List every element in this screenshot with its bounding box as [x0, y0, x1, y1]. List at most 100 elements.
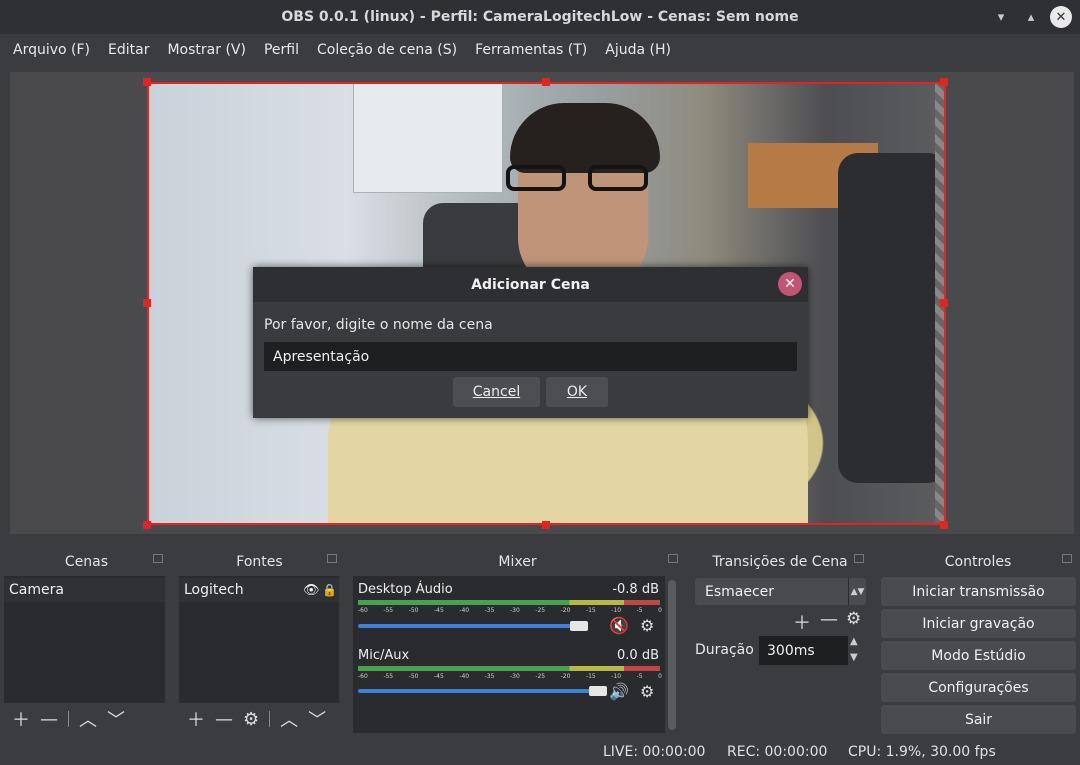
chevron-down-icon[interactable]: ﹀: [308, 706, 326, 732]
gear-icon[interactable]: ⚙: [846, 609, 861, 629]
meter-tick-label: -10: [611, 607, 622, 614]
meter-tick-label: -25: [535, 673, 546, 680]
spin-down-icon[interactable]: ▼: [850, 652, 858, 663]
duration-value: 300ms: [767, 642, 815, 659]
chevron-up-icon[interactable]: ︿: [280, 706, 298, 732]
float-icon[interactable]: [327, 554, 337, 563]
remove-icon[interactable]: —: [820, 609, 838, 630]
resize-handle[interactable]: [940, 299, 948, 307]
meter-tick-label: -45: [433, 673, 444, 680]
start-recording-button[interactable]: Iniciar gravação: [881, 609, 1076, 638]
source-label: Logitech: [184, 582, 244, 598]
dialog-close-icon[interactable]: ✕: [778, 272, 802, 296]
add-icon[interactable]: ＋: [12, 706, 30, 732]
gear-icon[interactable]: ⚙: [640, 616, 654, 635]
live-status: LIVE: 00:00:00: [603, 744, 706, 760]
meter-scale: -60 -55 -50 -45 -40 -35 -30 -25 -20 -15 -10 -5 0: [358, 673, 662, 680]
chevron-down-icon[interactable]: ﹀: [107, 706, 125, 732]
resize-handle[interactable]: [143, 521, 151, 529]
float-icon[interactable]: [668, 554, 678, 563]
menu-ajuda[interactable]: Ajuda (H): [596, 42, 680, 58]
sources-toolbar: ＋ — ⚙ ︿ ﹀: [179, 706, 326, 732]
meter-tick-label: -20: [560, 607, 571, 614]
resize-handle[interactable]: [542, 521, 550, 529]
duration-input[interactable]: 300ms: [759, 636, 848, 665]
start-streaming-button[interactable]: Iniciar transmissão: [881, 577, 1076, 606]
window-title: OBS 0.0.1 (linux) - Perfil: CameraLogite…: [281, 9, 799, 25]
sources-title: Fontes: [236, 554, 283, 570]
volume-slider-thumb[interactable]: [589, 686, 607, 696]
meter-tick-label: -15: [585, 673, 596, 680]
chevron-updown-icon: ▲▼: [848, 578, 866, 605]
scenes-toolbar: ＋ — ︿ ﹀: [4, 706, 125, 732]
menu-editar[interactable]: Editar: [99, 42, 158, 58]
cancel-button[interactable]: Cancel: [453, 377, 540, 407]
speaker-muted-icon[interactable]: 🔇: [609, 616, 629, 635]
float-icon[interactable]: [854, 554, 864, 563]
meter-tick-label: -45: [433, 607, 444, 614]
audio-meter: [358, 600, 660, 605]
remove-icon[interactable]: —: [215, 709, 233, 730]
scene-item[interactable]: Camera: [4, 578, 165, 602]
settings-button[interactable]: Configurações: [881, 673, 1076, 702]
track-level: -0.8 dB: [612, 582, 659, 597]
meter-tick-label: -5: [636, 673, 643, 680]
add-scene-dialog: Adicionar Cena ✕ Por favor, digite o nom…: [253, 267, 808, 418]
resize-handle[interactable]: [143, 78, 151, 86]
menu-perfil[interactable]: Perfil: [255, 42, 308, 58]
mixer-title: Mixer: [498, 554, 537, 570]
exit-button[interactable]: Sair: [881, 705, 1076, 734]
spin-up-icon[interactable]: ▲: [850, 636, 858, 647]
add-icon[interactable]: ＋: [793, 609, 811, 635]
eye-icon[interactable]: 👁: [303, 583, 320, 598]
resize-handle[interactable]: [542, 78, 550, 86]
menu-mostrar[interactable]: Mostrar (V): [158, 42, 254, 58]
track-name: Mic/Aux: [358, 648, 410, 663]
gear-icon[interactable]: ⚙: [640, 682, 654, 701]
mixer-scrollbar[interactable]: [668, 580, 676, 730]
float-icon[interactable]: [153, 554, 163, 563]
menu-ferramentas[interactable]: Ferramentas (T): [466, 42, 596, 58]
source-item[interactable]: Logitech 👁 🔒: [179, 578, 339, 602]
dialog-header: Adicionar Cena ✕: [253, 267, 808, 302]
meter-tick-label: -50: [408, 607, 419, 614]
meter-tick-label: -5: [636, 607, 643, 614]
minimize-icon[interactable]: ▾: [990, 6, 1012, 28]
remove-icon[interactable]: —: [40, 709, 58, 730]
track-name: Desktop Áudio: [358, 582, 453, 597]
volume-slider[interactable]: [358, 624, 579, 628]
scene-name-input[interactable]: [264, 342, 797, 371]
meter-tick-label: -40: [459, 607, 470, 614]
lock-icon[interactable]: 🔒: [322, 583, 337, 597]
add-icon[interactable]: ＋: [187, 706, 205, 732]
volume-slider-thumb[interactable]: [570, 621, 588, 631]
volume-slider[interactable]: [358, 689, 598, 693]
chevron-up-icon[interactable]: ︿: [79, 706, 97, 732]
menu-colecao-de-cena[interactable]: Coleção de cena (S): [308, 42, 466, 58]
title-bar: OBS 0.0.1 (linux) - Perfil: CameraLogite…: [0, 0, 1080, 34]
menu-arquivo[interactable]: Arquivo (F): [4, 42, 99, 58]
meter-tick-label: -25: [535, 607, 546, 614]
meter-tick-label: -35: [484, 607, 495, 614]
scenes-list[interactable]: Camera: [4, 576, 165, 703]
dialog-prompt: Por favor, digite o nome da cena: [264, 317, 493, 333]
ok-button[interactable]: OK: [546, 377, 608, 407]
close-icon[interactable]: ✕: [1050, 6, 1072, 28]
track-level: 0.0 dB: [617, 648, 659, 663]
transition-select[interactable]: Esmaecer ▲▼: [695, 578, 866, 605]
meter-tick-label: -55: [383, 673, 394, 680]
scenes-title: Cenas: [64, 554, 109, 570]
studio-mode-button[interactable]: Modo Estúdio: [881, 641, 1076, 670]
resize-handle[interactable]: [940, 78, 948, 86]
float-icon[interactable]: [1062, 554, 1072, 563]
resize-handle[interactable]: [940, 521, 948, 529]
separator: [68, 711, 69, 727]
resize-handle[interactable]: [143, 299, 151, 307]
rec-status: REC: 00:00:00: [727, 744, 828, 760]
audio-meter: [358, 666, 660, 671]
transition-selected: Esmaecer: [705, 583, 775, 600]
speaker-icon[interactable]: 🔊: [609, 682, 629, 701]
maximize-icon[interactable]: ▴: [1020, 6, 1042, 28]
gear-icon[interactable]: ⚙: [243, 709, 259, 730]
sources-list[interactable]: Logitech 👁 🔒: [179, 576, 339, 703]
